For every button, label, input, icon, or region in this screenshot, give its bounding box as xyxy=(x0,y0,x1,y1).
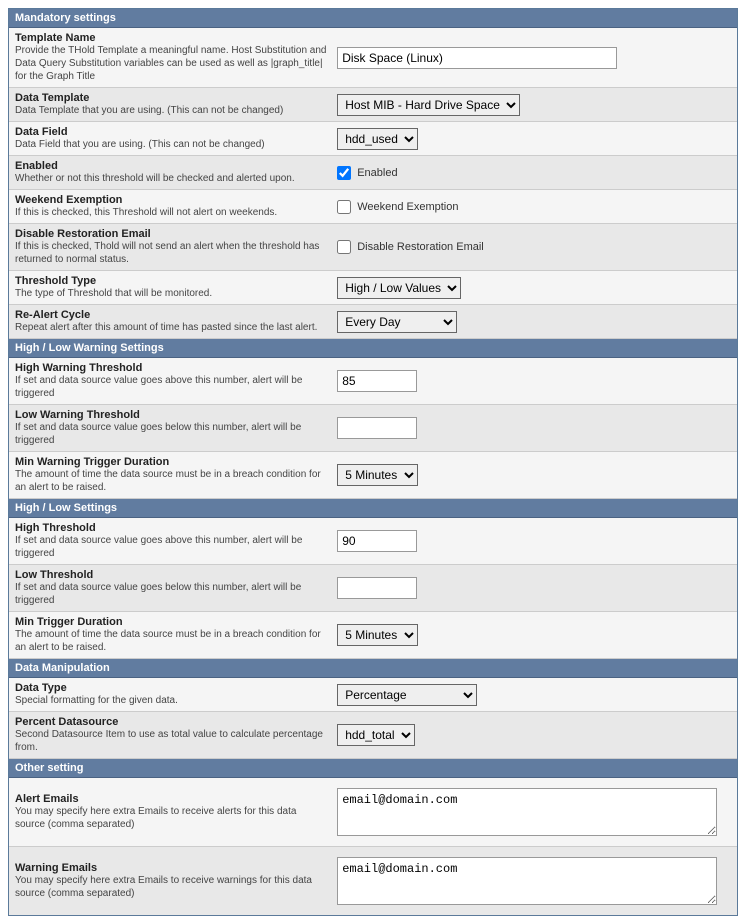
data-template-select[interactable]: Host MIB - Hard Drive Space xyxy=(337,94,520,116)
percent-ds-desc: Second Datasource Item to use as total v… xyxy=(15,728,327,754)
row-high-threshold: High Threshold If set and data source va… xyxy=(9,518,737,565)
high-warning-label: High Warning Threshold xyxy=(15,362,327,374)
weekend-desc: If this is checked, this Threshold will … xyxy=(15,206,327,219)
warning-emails-label: Warning Emails xyxy=(15,862,327,874)
row-percent-ds: Percent Datasource Second Datasource Ite… xyxy=(9,712,737,759)
enabled-checkbox-wrap[interactable]: Enabled xyxy=(337,166,397,180)
low-threshold-label: Low Threshold xyxy=(15,569,327,581)
template-name-input[interactable] xyxy=(337,47,617,69)
low-warning-input[interactable] xyxy=(337,417,417,439)
trigger-duration-label: Min Trigger Duration xyxy=(15,616,327,628)
disable-restore-checkbox-wrap[interactable]: Disable Restoration Email xyxy=(337,240,484,254)
row-data-template: Data Template Data Template that you are… xyxy=(9,88,737,122)
row-low-warning: Low Warning Threshold If set and data so… xyxy=(9,405,737,452)
section-header-highlow: High / Low Settings xyxy=(9,499,737,518)
row-warning-duration: Min Warning Trigger Duration The amount … xyxy=(9,452,737,499)
template-name-label: Template Name xyxy=(15,32,327,44)
disable-restore-desc: If this is checked, Thold will not send … xyxy=(15,240,327,266)
warning-emails-textarea[interactable]: email@domain.com xyxy=(337,857,717,905)
enabled-desc: Whether or not this threshold will be ch… xyxy=(15,172,327,185)
row-data-field: Data Field Data Field that you are using… xyxy=(9,122,737,156)
row-enabled: Enabled Whether or not this threshold wi… xyxy=(9,156,737,190)
realert-desc: Repeat alert after this amount of time h… xyxy=(15,321,327,334)
row-high-warning: High Warning Threshold If set and data s… xyxy=(9,358,737,405)
data-type-label: Data Type xyxy=(15,682,327,694)
data-type-desc: Special formatting for the given data. xyxy=(15,694,327,707)
alert-emails-desc: You may specify here extra Emails to rec… xyxy=(15,805,327,831)
settings-form: Mandatory settings Template Name Provide… xyxy=(8,8,738,916)
row-realert: Re-Alert Cycle Repeat alert after this a… xyxy=(9,305,737,339)
weekend-checkbox-wrap[interactable]: Weekend Exemption xyxy=(337,200,458,214)
row-threshold-type: Threshold Type The type of Threshold tha… xyxy=(9,271,737,305)
data-type-select[interactable]: Percentage xyxy=(337,684,477,706)
data-template-desc: Data Template that you are using. (This … xyxy=(15,104,327,117)
high-warning-desc: If set and data source value goes above … xyxy=(15,374,327,400)
row-data-type: Data Type Special formatting for the giv… xyxy=(9,678,737,712)
enabled-label: Enabled xyxy=(15,160,327,172)
data-template-label: Data Template xyxy=(15,92,327,104)
trigger-duration-desc: The amount of time the data source must … xyxy=(15,628,327,654)
high-threshold-desc: If set and data source value goes above … xyxy=(15,534,327,560)
section-header-warning: High / Low Warning Settings xyxy=(9,339,737,358)
low-warning-label: Low Warning Threshold xyxy=(15,409,327,421)
section-header-other: Other setting xyxy=(9,759,737,778)
high-threshold-label: High Threshold xyxy=(15,522,327,534)
percent-ds-select[interactable]: hdd_total xyxy=(337,724,415,746)
weekend-checkbox[interactable] xyxy=(337,200,351,214)
data-field-select[interactable]: hdd_used xyxy=(337,128,418,150)
section-header-mandatory: Mandatory settings xyxy=(9,9,737,28)
warning-emails-desc: You may specify here extra Emails to rec… xyxy=(15,874,327,900)
disable-restore-checkbox[interactable] xyxy=(337,240,351,254)
warning-duration-label: Min Warning Trigger Duration xyxy=(15,456,327,468)
high-warning-input[interactable] xyxy=(337,370,417,392)
weekend-checkbox-label: Weekend Exemption xyxy=(357,201,458,213)
row-low-threshold: Low Threshold If set and data source val… xyxy=(9,565,737,612)
high-threshold-input[interactable] xyxy=(337,530,417,552)
alert-emails-textarea[interactable]: email@domain.com xyxy=(337,788,717,836)
alert-emails-label: Alert Emails xyxy=(15,793,327,805)
warning-duration-desc: The amount of time the data source must … xyxy=(15,468,327,494)
threshold-type-label: Threshold Type xyxy=(15,275,327,287)
percent-ds-label: Percent Datasource xyxy=(15,716,327,728)
threshold-type-select[interactable]: High / Low Values xyxy=(337,277,461,299)
data-field-desc: Data Field that you are using. (This can… xyxy=(15,138,327,151)
enabled-checkbox-label: Enabled xyxy=(357,167,397,179)
data-field-label: Data Field xyxy=(15,126,327,138)
realert-label: Re-Alert Cycle xyxy=(15,309,327,321)
row-template-name: Template Name Provide the THold Template… xyxy=(9,28,737,88)
threshold-type-desc: The type of Threshold that will be monit… xyxy=(15,287,327,300)
row-disable-restore: Disable Restoration Email If this is che… xyxy=(9,224,737,271)
warning-duration-select[interactable]: 5 Minutes xyxy=(337,464,418,486)
realert-select[interactable]: Every Day xyxy=(337,311,457,333)
row-alert-emails: Alert Emails You may specify here extra … xyxy=(9,778,737,847)
trigger-duration-select[interactable]: 5 Minutes xyxy=(337,624,418,646)
low-threshold-input[interactable] xyxy=(337,577,417,599)
disable-restore-label: Disable Restoration Email xyxy=(15,228,327,240)
weekend-label: Weekend Exemption xyxy=(15,194,327,206)
disable-restore-checkbox-label: Disable Restoration Email xyxy=(357,241,484,253)
low-threshold-desc: If set and data source value goes below … xyxy=(15,581,327,607)
section-header-manipulation: Data Manipulation xyxy=(9,659,737,678)
row-weekend: Weekend Exemption If this is checked, th… xyxy=(9,190,737,224)
template-name-desc: Provide the THold Template a meaningful … xyxy=(15,44,327,83)
enabled-checkbox[interactable] xyxy=(337,166,351,180)
row-trigger-duration: Min Trigger Duration The amount of time … xyxy=(9,612,737,659)
low-warning-desc: If set and data source value goes below … xyxy=(15,421,327,447)
